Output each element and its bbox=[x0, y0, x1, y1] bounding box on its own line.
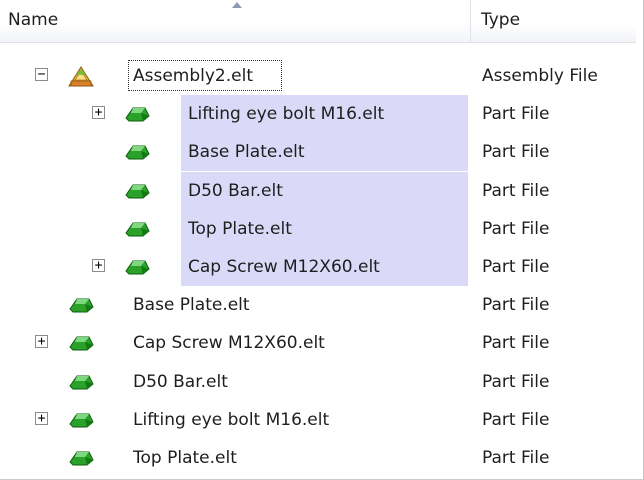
column-header: Name Type bbox=[0, 0, 644, 44]
file-type: Part File bbox=[482, 295, 550, 316]
tree-row[interactable]: Base Plate.elt Part File bbox=[0, 286, 644, 324]
tree-row[interactable]: Top Plate.elt Part File bbox=[0, 439, 644, 477]
type-column-label: Type bbox=[481, 10, 521, 30]
file-name: Cap Screw M12X60.elt bbox=[188, 257, 380, 277]
file-name: Lifting eye bolt M16.elt bbox=[133, 409, 330, 430]
expand-icon[interactable]: + bbox=[35, 411, 48, 425]
part-icon bbox=[68, 372, 94, 392]
file-type: Part File bbox=[482, 409, 550, 430]
part-icon bbox=[68, 333, 94, 353]
type-column-header[interactable]: Type bbox=[471, 0, 636, 43]
file-name: D50 Bar.elt bbox=[188, 180, 283, 201]
tree-row[interactable]: Top Plate.elt Part File bbox=[0, 209, 644, 248]
file-type: Assembly File bbox=[482, 66, 598, 86]
file-type: Part File bbox=[482, 142, 550, 163]
tree-row[interactable]: + Lifting eye bolt M16.elt Part File bbox=[0, 401, 644, 439]
tree-row[interactable]: D50 Bar.elt Part File bbox=[0, 171, 644, 210]
name-column-header[interactable]: Name bbox=[0, 0, 471, 43]
tree-row[interactable]: D50 Bar.elt Part File bbox=[0, 363, 644, 401]
part-icon bbox=[124, 257, 150, 277]
file-type: Part File bbox=[482, 218, 550, 239]
part-icon bbox=[68, 448, 94, 468]
part-icon bbox=[124, 104, 150, 124]
tree-row[interactable]: + Cap Screw M12X60.elt Part File bbox=[0, 248, 644, 286]
file-name: Cap Screw M12X60.elt bbox=[133, 333, 325, 354]
part-icon bbox=[124, 181, 150, 201]
tree-row[interactable]: + Lifting eye bolt M16.elt Part File bbox=[0, 95, 644, 134]
file-name: Lifting eye bolt M16.elt bbox=[188, 104, 385, 125]
part-icon bbox=[124, 219, 150, 239]
file-name: D50 Bar.elt bbox=[133, 371, 228, 392]
file-name: Assembly2.elt bbox=[133, 66, 254, 86]
part-icon bbox=[124, 142, 150, 162]
expand-icon[interactable]: + bbox=[92, 106, 105, 120]
sort-ascending-icon bbox=[232, 2, 242, 8]
file-type: Part File bbox=[482, 104, 550, 125]
part-icon bbox=[68, 410, 94, 430]
file-type: Part File bbox=[482, 180, 550, 201]
name-column-label: Name bbox=[8, 10, 59, 30]
file-type: Part File bbox=[482, 371, 550, 392]
file-name: Top Plate.elt bbox=[133, 448, 237, 468]
file-name: Top Plate.elt bbox=[188, 218, 292, 239]
part-icon bbox=[68, 295, 94, 315]
tree-row[interactable]: Base Plate.elt Part File bbox=[0, 133, 644, 172]
expand-icon[interactable]: + bbox=[35, 335, 48, 349]
tree-row[interactable]: − Assembly2.elt Assembly File bbox=[0, 57, 644, 95]
file-name: Base Plate.elt bbox=[133, 295, 250, 316]
tree-row[interactable]: + Cap Screw M12X60.elt Part File bbox=[0, 324, 644, 362]
file-type: Part File bbox=[482, 257, 550, 277]
file-type: Part File bbox=[482, 333, 550, 354]
file-type: Part File bbox=[482, 448, 550, 468]
assembly-icon bbox=[68, 66, 94, 87]
collapse-icon[interactable]: − bbox=[35, 68, 48, 81]
expand-icon[interactable]: + bbox=[92, 259, 105, 272]
file-name: Base Plate.elt bbox=[188, 142, 305, 163]
